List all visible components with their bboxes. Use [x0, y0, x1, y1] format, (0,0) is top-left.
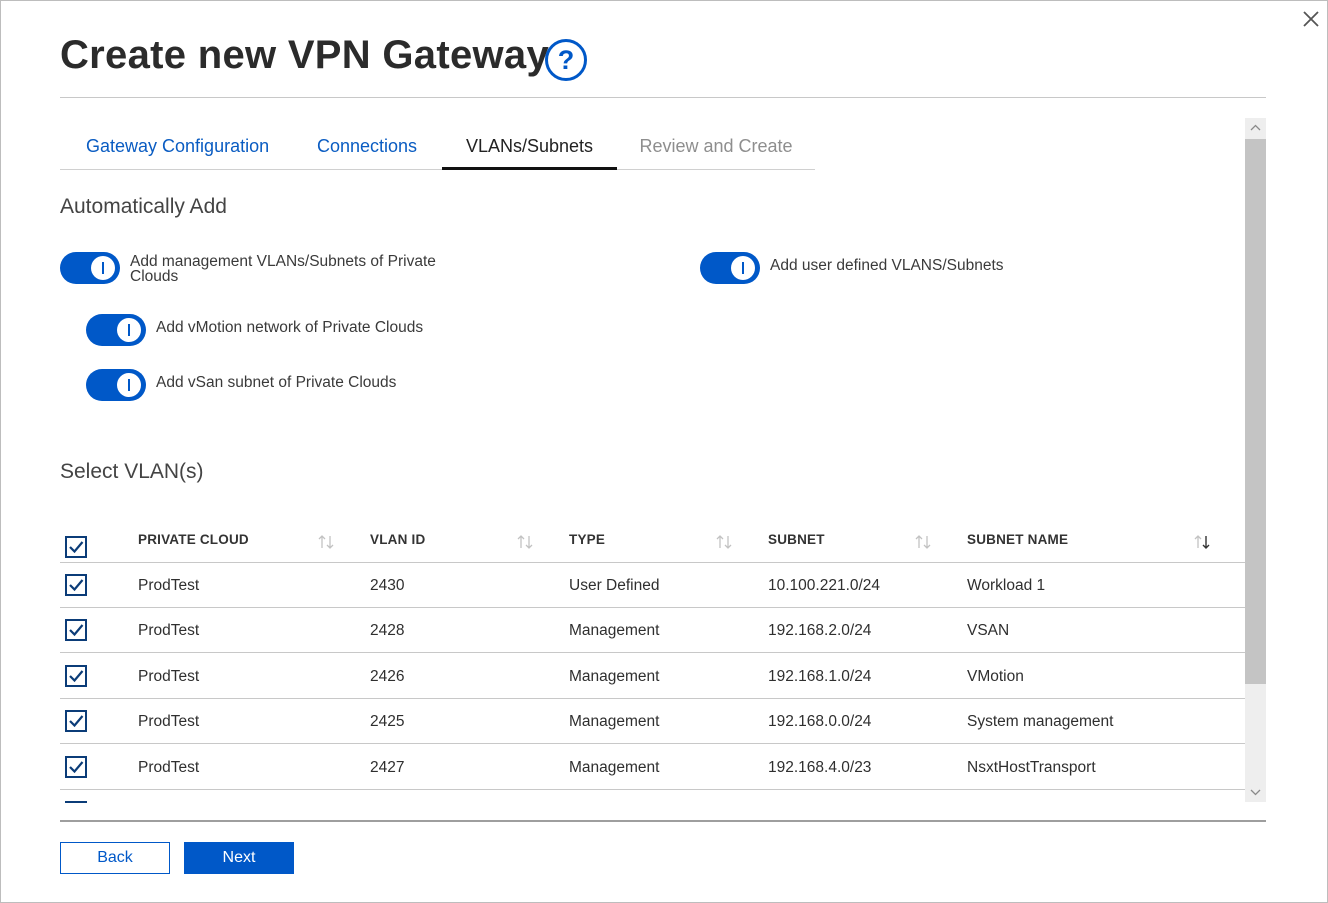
checkmark-icon: [69, 761, 84, 774]
cell-subnet: 192.168.2.0/24: [768, 622, 872, 639]
page-title: Create new VPN Gateway: [60, 33, 550, 77]
scroll-up-icon[interactable]: [1245, 118, 1266, 138]
toggle-knob: [117, 318, 141, 342]
select-all-checkbox[interactable]: [65, 536, 87, 558]
cell-private-cloud: ProdTest: [138, 668, 200, 685]
cell-subnet-name: VMotion: [967, 668, 1024, 685]
table-row[interactable]: ProdTest 2428 Management 192.168.2.0/24 …: [60, 608, 1245, 653]
toggle-vsan-subnet[interactable]: [86, 369, 146, 401]
cell-subnet: 192.168.0.0/24: [768, 713, 872, 730]
column-subnet[interactable]: SUBNET: [768, 532, 825, 547]
cell-vlan-id: 2425: [370, 713, 405, 730]
column-private-cloud[interactable]: PRIVATE CLOUD: [138, 532, 249, 547]
cell-vlan-id: 2430: [370, 577, 405, 594]
cell-subnet: 192.168.4.0/23: [768, 759, 872, 776]
cell-vlan-id: 2426: [370, 668, 405, 685]
row-checkbox[interactable]: [65, 710, 87, 732]
cell-vlan-id: 2428: [370, 622, 405, 639]
table-row[interactable]: ProdTest 2425 Management 192.168.0.0/24 …: [60, 699, 1245, 744]
sort-arrows-icon[interactable]: [913, 534, 933, 550]
scroll-down-icon[interactable]: [1245, 782, 1266, 802]
footer-divider: [60, 820, 1266, 822]
back-button[interactable]: Back: [60, 842, 170, 874]
cell-private-cloud: ProdTest: [138, 759, 200, 776]
cell-subnet: 10.100.221.0/24: [768, 577, 881, 594]
cell-subnet-name: Workload 1: [967, 577, 1046, 594]
sort-arrows-icon[interactable]: [316, 534, 336, 550]
row-checkbox-partial: [65, 801, 87, 803]
close-icon[interactable]: [1298, 6, 1324, 32]
toggle-user-defined-vlans[interactable]: [700, 252, 760, 284]
scrollbar-thumb[interactable]: [1245, 139, 1266, 684]
toggle-vmotion-network[interactable]: [86, 314, 146, 346]
checkmark-icon: [69, 541, 84, 554]
cell-subnet-name: VSAN: [967, 622, 1010, 639]
cell-vlan-id: 2427: [370, 759, 405, 776]
table-row[interactable]: ProdTest 2426 Management 192.168.1.0/24 …: [60, 654, 1245, 699]
toggle-user-defined-vlans-label: Add user defined VLANS/Subnets: [770, 257, 1004, 274]
column-vlan-id[interactable]: VLAN ID: [370, 532, 425, 547]
cell-type: Management: [569, 622, 660, 639]
cell-subnet-name: System management: [967, 713, 1114, 730]
cell-subnet: 192.168.1.0/24: [768, 668, 872, 685]
cell-private-cloud: ProdTest: [138, 577, 200, 594]
checkmark-icon: [69, 624, 84, 637]
row-checkbox[interactable]: [65, 619, 87, 641]
tab-connections[interactable]: Connections: [312, 136, 422, 170]
wizard-tabs: Gateway Configuration Connections VLANs/…: [60, 128, 815, 170]
title-divider: [60, 97, 1266, 98]
row-checkbox[interactable]: [65, 574, 87, 596]
select-vlans-heading: Select VLAN(s): [60, 460, 204, 483]
checkmark-icon: [69, 670, 84, 683]
table-row[interactable]: ProdTest 2427 Management 192.168.4.0/23 …: [60, 745, 1245, 790]
automatically-add-heading: Automatically Add: [60, 195, 227, 218]
row-checkbox[interactable]: [65, 756, 87, 778]
toggle-knob: [91, 256, 115, 280]
sort-arrows-icon[interactable]: [515, 534, 535, 550]
cell-type: Management: [569, 713, 660, 730]
toggle-management-vlans-label: Add management VLANs/Subnets of Private …: [130, 253, 436, 285]
tab-gateway-configuration[interactable]: Gateway Configuration: [86, 136, 269, 170]
checkmark-icon: [69, 715, 84, 728]
cell-subnet-name: NsxtHostTransport: [967, 759, 1096, 776]
toggle-vmotion-network-label: Add vMotion network of Private Clouds: [156, 319, 424, 336]
sort-descending-icon[interactable]: [1192, 534, 1212, 550]
toggle-knob: [117, 373, 141, 397]
toggle-knob: [731, 256, 755, 280]
cell-private-cloud: ProdTest: [138, 622, 200, 639]
table-header: PRIVATE CLOUD VLAN ID TYPE SUBNET SUBNET…: [60, 520, 1245, 563]
toggle-vsan-subnet-label: Add vSan subnet of Private Clouds: [156, 374, 397, 391]
cell-private-cloud: ProdTest: [138, 713, 200, 730]
tab-vlans-subnets[interactable]: VLANs/Subnets: [442, 136, 617, 170]
cell-type: User Defined: [569, 577, 660, 594]
checkmark-icon: [69, 579, 84, 592]
next-button[interactable]: Next: [184, 842, 294, 874]
tab-review-and-create: Review and Create: [639, 136, 793, 156]
column-type[interactable]: TYPE: [569, 532, 605, 547]
sort-arrows-icon[interactable]: [714, 534, 734, 550]
column-subnet-name[interactable]: SUBNET NAME: [967, 532, 1068, 547]
toggle-management-vlans[interactable]: [60, 252, 120, 284]
cell-type: Management: [569, 668, 660, 685]
help-icon[interactable]: ?: [545, 39, 587, 81]
row-checkbox[interactable]: [65, 665, 87, 687]
table-row[interactable]: ProdTest 2430 User Defined 10.100.221.0/…: [60, 563, 1245, 608]
cell-type: Management: [569, 759, 660, 776]
